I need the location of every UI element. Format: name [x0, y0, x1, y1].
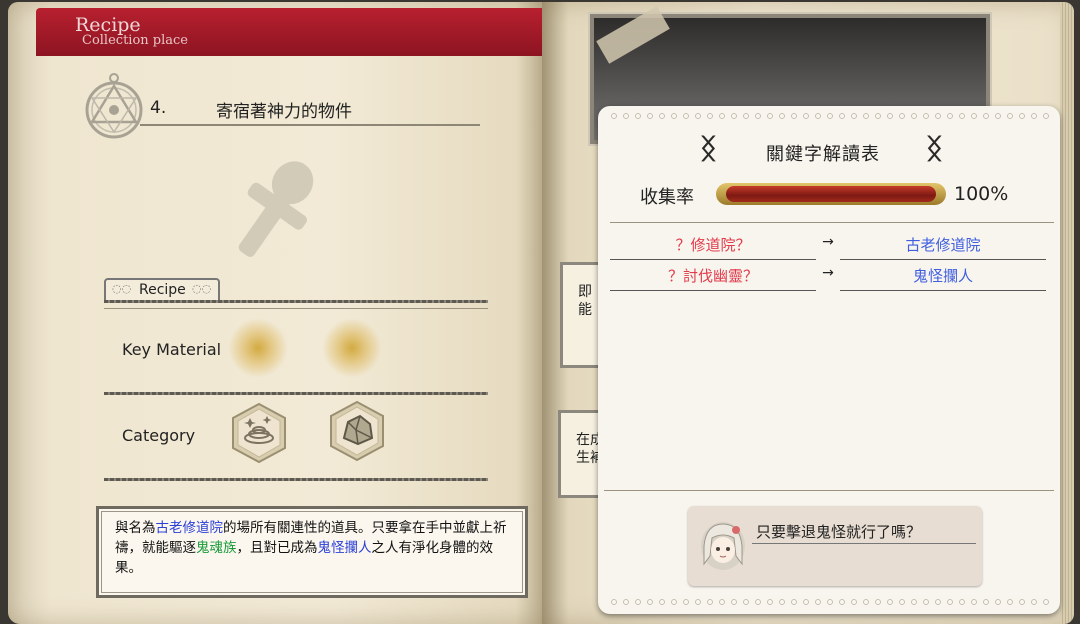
panel-divider-bottom — [604, 490, 1054, 491]
keyword-unknown: ？修道院？ — [675, 236, 751, 254]
recipe-number: 4. — [150, 98, 167, 118]
emblem-icon — [85, 73, 143, 139]
collection-rate-label: 收集率 — [640, 187, 694, 208]
section-rule-bottom — [104, 478, 488, 481]
rune-left-icon: ᛝ — [700, 132, 717, 165]
section-rule-middle — [104, 392, 488, 395]
keyword-link-monster[interactable]: 鬼怪攔人 — [318, 540, 372, 556]
keyword-link-monastery[interactable]: 古老修道院 — [156, 520, 224, 536]
panel-border-top — [610, 112, 1050, 120]
recipe-tab-label: Recipe — [139, 282, 186, 298]
keyword-panel-title: 關鍵字解讀表 — [766, 144, 880, 165]
background-card-1-line2: 能 — [578, 302, 592, 318]
background-card-1-line1: 即 — [578, 284, 592, 300]
header-subtitle: Collection place — [82, 33, 188, 48]
keyword-row[interactable]: ？修道院？ → 古老修道院 — [610, 234, 1046, 264]
keyword-link-ghost-clan[interactable]: 鬼魂族 — [196, 540, 237, 556]
keyword-unknown: ？討伐幽靈？ — [667, 267, 758, 285]
key-material-label: Key Material — [122, 340, 222, 359]
description-text: 與名為古老修道院的場所有關連性的道具。只要拿在手中並獻上祈禱，就能驅逐鬼魂族，且… — [115, 520, 507, 576]
keyword-known: 古老修道院 — [905, 236, 981, 254]
dialog-text: 只要擊退鬼怪就行了嗎？ — [756, 523, 922, 541]
collection-rate-fill — [726, 186, 936, 202]
key-material-slot-2[interactable] — [322, 318, 382, 378]
swirl-icon[interactable] — [230, 402, 288, 464]
keyword-known: 鬼怪攔人 — [912, 267, 973, 285]
character-avatar-icon — [701, 522, 745, 570]
collection-rate-bar — [716, 183, 946, 205]
key-material-slot-1[interactable] — [228, 318, 288, 378]
keyword-row[interactable]: ？討伐幽靈？ → 鬼怪攔人 — [610, 265, 1046, 295]
arrow-icon: → — [822, 234, 834, 250]
rune-right-icon: ᛝ — [926, 132, 943, 165]
section-rule-thin — [104, 308, 488, 309]
section-rule-top — [104, 300, 488, 303]
dialog-underline — [752, 543, 976, 544]
recipe-title: 寄宿著神力的物件 — [216, 102, 352, 122]
title-underline — [140, 124, 480, 126]
category-label: Category — [122, 426, 196, 445]
panel-border-bottom — [610, 598, 1050, 606]
rock-icon[interactable] — [328, 400, 386, 462]
arrow-icon: → — [822, 265, 834, 281]
tab-ornament-left-icon: ◌◌ — [112, 282, 132, 295]
tab-ornament-right-icon: ◌◌ — [192, 282, 212, 295]
panel-divider-top — [610, 222, 1054, 223]
collection-rate-value: 100% — [954, 183, 1009, 205]
ankh-item-icon — [238, 161, 314, 257]
